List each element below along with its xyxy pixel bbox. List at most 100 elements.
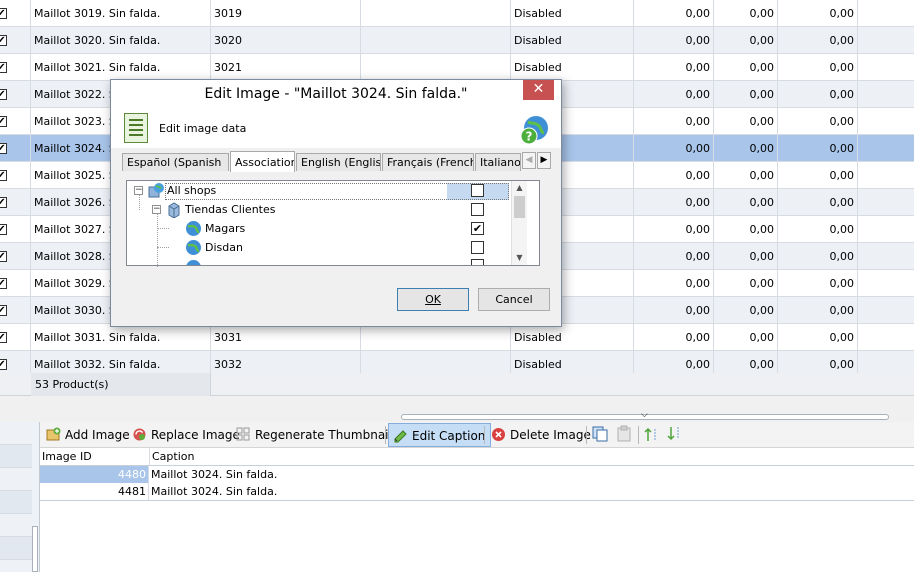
- row-checkbox[interactable]: ✔: [0, 8, 7, 19]
- row-checkbox[interactable]: ✔: [0, 143, 7, 154]
- help-globe-icon[interactable]: ?: [518, 114, 550, 146]
- edit-caption-button[interactable]: Edit Caption: [388, 423, 492, 447]
- tree-row-shop[interactable]: Magars ✔: [127, 219, 507, 238]
- tab-italian[interactable]: Italiano: [475, 153, 521, 171]
- tab-scroll-right-icon[interactable]: ▶: [537, 152, 551, 169]
- cell-empty: [858, 243, 914, 270]
- globe-icon: [186, 240, 201, 255]
- chevron-down-icon[interactable]: ⌵: [641, 411, 648, 420]
- header-label: Edit image data: [159, 122, 247, 135]
- cell-reference: 3019: [211, 0, 361, 27]
- scroll-thumb[interactable]: [514, 196, 525, 218]
- cell-empty: [858, 135, 914, 162]
- cancel-button[interactable]: Cancel: [478, 288, 550, 311]
- row-checkbox[interactable]: ✔: [0, 35, 7, 46]
- delete-icon: [492, 428, 505, 441]
- tree-scrollbar[interactable]: ▲ ▼: [511, 181, 527, 265]
- cell-value: 0,00: [714, 27, 778, 54]
- cell-value: 0,00: [778, 189, 858, 216]
- tree-row-group[interactable]: − Tiendas Clientes: [127, 200, 507, 219]
- column-caption[interactable]: Caption: [149, 448, 194, 466]
- cell-value: 0,00: [714, 108, 778, 135]
- row-checkbox[interactable]: ✔: [0, 170, 7, 181]
- row-checkbox[interactable]: ✔: [0, 359, 7, 370]
- cell-name: Maillot 3020. Sin falda.: [31, 27, 211, 54]
- replace-image-button[interactable]: Replace Image: [128, 423, 245, 447]
- edit-image-dialog: Edit Image - "Maillot 3024. Sin falda." …: [110, 79, 562, 327]
- globe-icon: [186, 221, 201, 236]
- table-row[interactable]: ✔Maillot 3021. Sin falda.3021Disabled0,0…: [0, 54, 914, 81]
- tab-spanish[interactable]: Español (Spanish: [122, 153, 229, 171]
- cell-value: 0,00: [634, 81, 714, 108]
- regenerate-thumbnails-button[interactable]: Regenerate Thumbnails: [232, 423, 403, 447]
- row-checkbox[interactable]: ✔: [0, 116, 7, 127]
- row-checkbox[interactable]: ✔: [0, 197, 7, 208]
- add-image-icon: [46, 427, 61, 441]
- cell-value: 0,00: [634, 243, 714, 270]
- paste-icon[interactable]: [615, 425, 633, 443]
- close-button[interactable]: ✕: [523, 80, 554, 100]
- scroll-down-icon[interactable]: ▼: [512, 251, 527, 265]
- scroll-up-icon[interactable]: ▲: [512, 181, 527, 195]
- cell-status: Disabled: [511, 54, 634, 81]
- grid-footer: 53 Product(s): [0, 373, 914, 396]
- image-row[interactable]: 4480 Maillot 3024. Sin falda.: [40, 466, 914, 483]
- row-checkbox-cell: ✔: [0, 27, 31, 54]
- move-down-icon[interactable]: [666, 425, 684, 443]
- panel-splitter[interactable]: ⌵: [0, 396, 914, 422]
- svg-text:?: ?: [526, 130, 533, 144]
- tab-association[interactable]: Association: [230, 151, 295, 172]
- tree-row-all-shops[interactable]: − All shops: [127, 181, 509, 200]
- cell-empty: [858, 324, 914, 351]
- image-row[interactable]: 4481 Maillot 3024. Sin falda.: [40, 483, 914, 500]
- tree-row-shop[interactable]: Disdan: [127, 238, 507, 257]
- row-checkbox[interactable]: ✔: [0, 332, 7, 343]
- image-table-header: Image ID Caption: [40, 448, 914, 466]
- cell-value: 0,00: [714, 189, 778, 216]
- collapse-icon[interactable]: −: [152, 205, 161, 214]
- cell-value: 0,00: [634, 54, 714, 81]
- row-checkbox[interactable]: ✔: [0, 62, 7, 73]
- cell-empty: [858, 189, 914, 216]
- shops-icon: [148, 183, 164, 198]
- cell-value: 0,00: [634, 108, 714, 135]
- row-checkbox[interactable]: ✔: [0, 305, 7, 316]
- row-checkbox[interactable]: ✔: [0, 224, 7, 235]
- row-checkbox[interactable]: ✔: [0, 251, 7, 262]
- row-checkbox[interactable]: ✔: [0, 89, 7, 100]
- cell-value: 0,00: [634, 270, 714, 297]
- shop-checkbox[interactable]: ✔: [471, 222, 484, 235]
- row-checkbox[interactable]: ✔: [0, 278, 7, 289]
- table-row[interactable]: ✔Maillot 3019. Sin falda.3019Disabled0,0…: [0, 0, 914, 27]
- cell-value: 0,00: [634, 297, 714, 324]
- cell-empty: [361, 27, 511, 54]
- cell-status: Disabled: [511, 324, 634, 351]
- cell-value: 0,00: [634, 324, 714, 351]
- vertical-scrollbar[interactable]: [32, 526, 38, 572]
- ok-button[interactable]: OK: [397, 288, 469, 311]
- shop-checkbox[interactable]: [471, 241, 484, 254]
- group-checkbox[interactable]: [471, 203, 484, 216]
- add-image-button[interactable]: Add Image: [42, 423, 135, 447]
- tab-french[interactable]: Français (French): [382, 153, 474, 171]
- language-tabs: Español (Spanish Association English (En…: [122, 151, 552, 172]
- tree-label: All shops: [167, 184, 217, 197]
- cell-name: Maillot 3021. Sin falda.: [31, 54, 211, 81]
- row-checkbox-cell: ✔: [0, 324, 31, 351]
- move-up-icon[interactable]: [643, 425, 661, 443]
- cell-value: 0,00: [714, 324, 778, 351]
- cell-value: 0,00: [778, 27, 858, 54]
- table-row[interactable]: ✔Maillot 3031. Sin falda.3031Disabled0,0…: [0, 324, 914, 351]
- copy-icon[interactable]: [591, 425, 609, 443]
- table-row[interactable]: ✔Maillot 3020. Sin falda.3020Disabled0,0…: [0, 27, 914, 54]
- tab-scroll-left-icon[interactable]: ◀: [522, 152, 536, 169]
- collapse-icon[interactable]: −: [134, 186, 143, 195]
- column-image-id[interactable]: Image ID: [40, 448, 92, 466]
- delete-image-button[interactable]: Delete Image: [487, 423, 596, 447]
- all-shops-checkbox[interactable]: [471, 184, 484, 197]
- cell-value: 0,00: [634, 135, 714, 162]
- dialog-title: Edit Image - "Maillot 3024. Sin falda.": [111, 80, 561, 108]
- tab-english[interactable]: English (English): [296, 153, 381, 171]
- cell-empty: [858, 270, 914, 297]
- cell-status: Disabled: [511, 0, 634, 27]
